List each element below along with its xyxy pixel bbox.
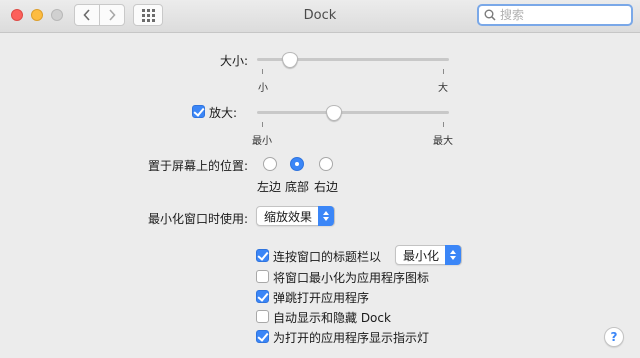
magnification-slider-thumb[interactable] [325,105,342,121]
position-left-label: 左边 [257,180,282,194]
size-tick-min [262,69,263,74]
double-click-title-checkbox[interactable] [256,249,269,262]
size-label: 大小: [219,54,248,68]
size-max-label: 大 [438,83,448,94]
search-input[interactable] [496,8,620,22]
popup-arrows-icon [318,206,334,226]
magnifier-icon [484,9,496,21]
size-slider-thumb[interactable] [281,52,298,68]
minimize-into-app-icon-checkbox[interactable] [256,270,269,283]
animate-opening-label: 弹跳打开应用程序 [273,291,370,305]
minimize-effect-value: 缩放效果 [264,209,313,224]
search-field[interactable] [477,4,633,26]
magnification-slider-track[interactable] [257,111,449,114]
title-bar: Dock [0,0,640,33]
minimize-effect-label: 最小化窗口时使用: [147,212,248,226]
position-bottom-label: 底部 [285,180,310,194]
popup-arrows-icon [445,245,461,265]
position-left-radio[interactable] [263,157,277,171]
position-right-radio[interactable] [319,157,333,171]
animate-opening-checkbox[interactable] [256,290,269,303]
magnification-max-label: 最大 [433,136,453,147]
show-indicators-checkbox[interactable] [256,330,269,343]
position-label: 置于屏幕上的位置: [147,159,248,173]
help-button[interactable]: ? [604,327,624,347]
show-indicators-label: 为打开的应用程序显示指示灯 [273,331,430,345]
magnification-tick-min [262,122,263,127]
autohide-dock-label: 自动显示和隐藏 Dock [273,311,391,325]
magnification-checkbox[interactable] [192,105,205,118]
minimize-effect-popup[interactable]: 缩放效果 [256,206,335,226]
double-click-action-popup[interactable]: 最小化 [395,245,462,265]
size-tick-max [443,69,444,74]
magnification-label: 放大: [209,106,238,120]
magnification-tick-max [443,122,444,127]
position-right-label: 右边 [314,180,339,194]
double-click-action-value: 最小化 [403,248,440,263]
autohide-dock-checkbox[interactable] [256,310,269,323]
size-min-label: 小 [258,83,268,94]
double-click-title-label: 连按窗口的标题栏以 [273,250,382,264]
magnification-min-label: 最小 [252,136,272,147]
minimize-into-app-icon-label: 将窗口最小化为应用程序图标 [273,271,430,285]
position-bottom-radio[interactable] [290,157,304,171]
